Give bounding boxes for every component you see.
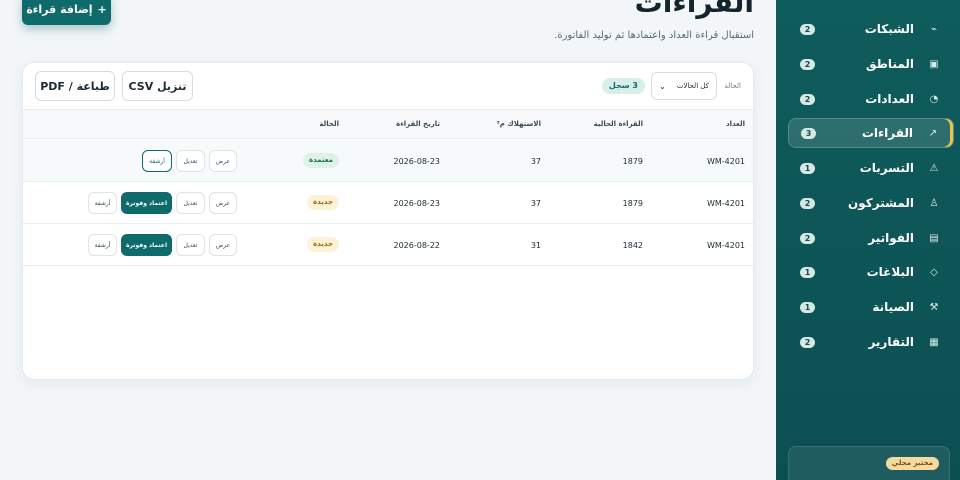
sidebar-item-reports-complaints[interactable]: ◇ البلاغات 1: [788, 257, 954, 287]
sidebar-item-label: المشتركون: [848, 196, 914, 210]
gauge-icon: ◔: [929, 93, 939, 105]
local-lab-badge: مختبر محلي: [885, 457, 939, 470]
sidebar-item-badge: 2: [800, 336, 815, 348]
cell-meter: WM-4201: [706, 199, 745, 208]
sidebar-item-label: الصيانة: [872, 300, 914, 314]
cell-current-reading: 1842: [622, 241, 643, 250]
cell-consumption: 37: [530, 199, 541, 208]
status-badge: جديدة: [307, 195, 339, 210]
sidebar-item-badge: 2: [800, 23, 815, 35]
sidebar-item-label: الفواتير: [868, 231, 914, 245]
invoice-icon: ▤: [929, 232, 939, 244]
edit-button[interactable]: تعديل: [176, 192, 205, 214]
sidebar-item-maintenance[interactable]: ⚒ الصيانة 1: [788, 292, 954, 322]
map-icon: ▣: [929, 58, 939, 70]
sidebar-top-fragment: [788, 0, 948, 8]
approve-and-bill-button[interactable]: اعتماد وفوترة: [121, 192, 172, 214]
status-filter-label: الحالة: [724, 82, 741, 90]
download-csv-button[interactable]: تنزيل CSV: [122, 71, 193, 101]
sidebar-item-badge: 1: [800, 301, 815, 313]
col-header-current-reading: القراءة الحالية: [593, 120, 643, 128]
status-filter-select[interactable]: كل الحالات ⌄: [651, 72, 717, 100]
plus-icon: +: [97, 3, 107, 16]
sidebar-item-badge: 1: [800, 266, 815, 278]
col-header-consumption: الاستهلاك م³: [496, 120, 541, 128]
col-header-reading-date: تاريخ القراءة: [396, 120, 440, 128]
user-icon: ♙: [929, 197, 939, 209]
sidebar-item-badge: 2: [800, 232, 815, 244]
status-filter-value: كل الحالات: [676, 82, 709, 90]
view-button[interactable]: عرض: [209, 150, 237, 172]
cell-consumption: 31: [530, 241, 541, 250]
sidebar-item-readings[interactable]: ↗ القراءات 3: [788, 118, 954, 148]
readings-card: طباعة / PDF تنزيل CSV الحالة كل الحالات …: [22, 62, 754, 380]
sidebar-item-badge: 2: [800, 58, 815, 70]
view-button[interactable]: عرض: [209, 234, 237, 256]
sidebar-item-invoices[interactable]: ▤ الفواتير 2: [788, 223, 954, 253]
cell-consumption: 37: [530, 157, 541, 166]
status-badge: معتمدة: [302, 153, 339, 168]
bell-icon: ◇: [930, 266, 938, 278]
print-pdf-button[interactable]: طباعة / PDF: [35, 71, 115, 101]
col-header-meter: العداد: [725, 120, 745, 128]
sidebar-item-label: القراءات: [861, 126, 913, 140]
chevron-down-icon: ⌄: [659, 81, 666, 91]
sidebar-item-badge: 2: [800, 93, 815, 105]
sidebar-item-subscribers[interactable]: ♙ المشتركون 2: [788, 188, 954, 218]
sidebar-item-badge: 1: [800, 162, 815, 174]
edit-button[interactable]: تعديل: [176, 234, 205, 256]
approve-and-bill-button[interactable]: اعتماد وفوترة: [121, 234, 172, 256]
warning-icon: ⚠: [929, 162, 939, 174]
view-button[interactable]: عرض: [209, 192, 237, 214]
table-row: WM-4201 1879 37 2026-08-23 جديدة عرض تعد…: [23, 182, 753, 224]
sidebar-item-leaks[interactable]: ⚠ التسربات 1: [788, 153, 954, 183]
record-count-badge: 3 سجل: [601, 78, 645, 94]
status-badge: جديدة: [307, 237, 339, 252]
sidebar-item-reports[interactable]: ▦ التقارير 2: [788, 327, 954, 357]
add-reading-button[interactable]: + إضافة قراءة: [22, 0, 111, 25]
table-header: العداد القراءة الحالية الاستهلاك م³ تاري…: [23, 109, 753, 139]
archive-button[interactable]: أرشفة: [88, 234, 117, 256]
page-subtitle: استقبال قراءة العداد واعتمادها ثم توليد …: [554, 30, 754, 41]
sidebar-item-networks[interactable]: ⌁ الشبكات 2: [788, 14, 954, 44]
col-header-status: الحالة: [319, 120, 339, 128]
cell-reading-date: 2026-08-23: [393, 157, 441, 166]
edit-button[interactable]: تعديل: [176, 150, 205, 172]
archive-button[interactable]: أرشفة: [142, 150, 172, 172]
sidebar-item-badge: 2: [800, 197, 815, 209]
cell-reading-date: 2026-08-22: [393, 241, 441, 250]
table-row: WM-4201 1879 37 2026-08-23 معتمدة عرض تع…: [23, 140, 753, 182]
sidebar-item-label: العدادات: [865, 92, 914, 106]
sidebar-item-label: الشبكات: [864, 22, 914, 36]
sidebar-footer-card: مختبر محلي: [788, 446, 950, 480]
sidebar-item-label: المناطق: [865, 57, 914, 71]
table-row: WM-4201 1842 31 2026-08-22 جديدة عرض تعد…: [23, 224, 753, 266]
sidebar-item-label: التسربات: [859, 161, 914, 175]
cell-meter: WM-4201: [706, 241, 745, 250]
sidebar-item-label: التقارير: [868, 335, 914, 349]
network-icon: ⌁: [930, 23, 938, 35]
grid-icon: ▦: [929, 336, 939, 348]
page-title: القراءات: [634, 0, 754, 19]
cell-reading-date: 2026-08-23: [393, 199, 441, 208]
sidebar-item-regions[interactable]: ▣ المناطق 2: [788, 49, 954, 79]
sidebar: ⌁ الشبكات 2 ▣ المناطق 2 ◔ العدادات 2 ↗ ا…: [776, 0, 960, 480]
sidebar-item-meters[interactable]: ◔ العدادات 2: [788, 84, 954, 114]
cell-current-reading: 1879: [622, 157, 643, 166]
trend-arrow-icon: ↗: [928, 127, 938, 139]
add-reading-label: إضافة قراءة: [26, 3, 93, 16]
cell-meter: WM-4201: [706, 157, 745, 166]
tools-icon: ⚒: [929, 301, 939, 313]
cell-current-reading: 1879: [622, 199, 643, 208]
sidebar-item-badge: 3: [801, 127, 816, 139]
archive-button[interactable]: أرشفة: [88, 192, 117, 214]
sidebar-item-label: البلاغات: [866, 265, 914, 279]
